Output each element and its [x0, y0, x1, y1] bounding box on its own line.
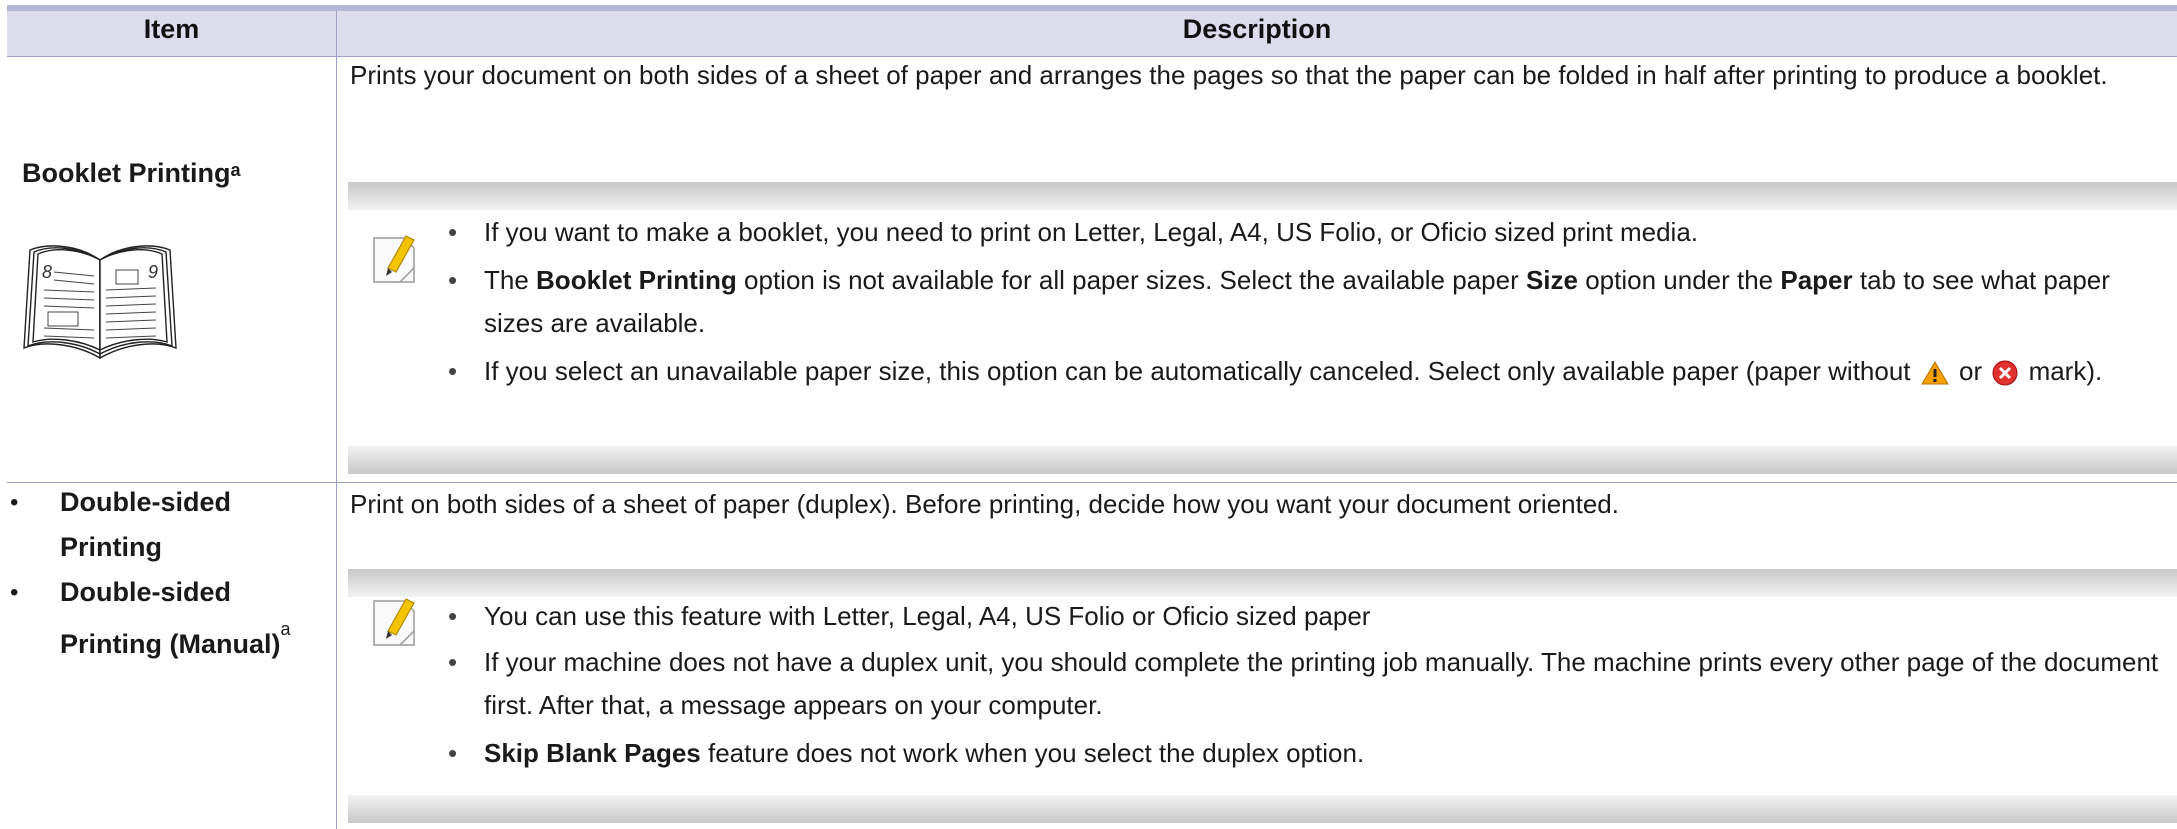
note-pencil-icon — [373, 598, 415, 646]
booklet-note-bullet-2: • The Booklet Printing option is not ava… — [448, 259, 2167, 345]
skip-blank-pages-term: Skip Blank Pages — [484, 738, 701, 768]
bullet-text: If you select an unavailable paper size,… — [484, 356, 2103, 386]
booklet-item-title: Booklet Printinga — [22, 158, 241, 189]
booklet-printing-term: Booklet Printing — [536, 265, 737, 295]
bullet-dot: • — [448, 647, 458, 677]
bullet-dot: • — [448, 601, 458, 631]
duplex-note-bullet-3: • Skip Blank Pages feature does not work… — [448, 732, 2167, 775]
note-top-band — [348, 569, 2177, 597]
bullet-dot: • — [10, 489, 19, 516]
note-pencil-icon — [373, 235, 415, 283]
warning-icon — [1920, 361, 1949, 385]
bullet-dot: • — [448, 265, 458, 295]
error-icon — [1992, 360, 2018, 386]
bullet-text: If your machine does not have a duplex u… — [484, 647, 2159, 720]
booklet-description: Prints your document on both sides of a … — [350, 60, 2108, 90]
footnote-marker: a — [280, 619, 291, 639]
booklet-page-left: 8 — [42, 262, 52, 282]
booklet-note-bullet-1: • If you want to make a booklet, you nee… — [448, 211, 2167, 254]
column-divider — [336, 11, 337, 829]
header-item-label: Item — [143, 14, 200, 44]
duplex-item-label: Double-sided Printing — [60, 487, 232, 562]
bullet-dot: • — [448, 217, 458, 247]
bullet-text: You can use this feature with Letter, Le… — [484, 601, 1371, 631]
bullet-text: If you want to make a booklet, you need … — [484, 217, 1699, 247]
bullet-dot: • — [448, 356, 458, 386]
booklet-icon: 8 9 — [23, 245, 177, 360]
note-top-band — [348, 182, 2177, 210]
header-description-label: Description — [1182, 14, 1332, 44]
header-description-cell: Description — [337, 11, 2177, 56]
booklet-note-box: • If you want to make a booklet, you nee… — [348, 182, 2177, 474]
bullet-dot: • — [10, 579, 19, 606]
booklet-note-bullet-3: • If you select an unavailable paper siz… — [448, 350, 2167, 393]
duplex-description: Print on both sides of a sheet of paper … — [350, 489, 1619, 519]
bullet-text: Skip Blank Pages feature does not work w… — [484, 738, 1365, 768]
paper-term: Paper — [1780, 265, 1853, 295]
duplex-note-bullet-1: • You can use this feature with Letter, … — [448, 595, 2167, 638]
bullet-text: The Booklet Printing option is not avail… — [484, 265, 2110, 338]
size-term: Size — [1525, 265, 1578, 295]
note-bottom-band — [348, 446, 2177, 474]
footnote-marker: a — [230, 160, 241, 180]
header-item-cell: Item — [7, 11, 336, 56]
booklet-page-right: 9 — [148, 262, 158, 282]
duplex-note-box: • You can use this feature with Letter, … — [348, 569, 2177, 825]
duplex-manual-item-label: Double-sided Printing (Manual)a — [60, 577, 291, 659]
note-bottom-band — [348, 795, 2177, 823]
bullet-dot: • — [448, 738, 458, 768]
booklet-item-label: Booklet Printing — [22, 158, 231, 188]
duplex-note-bullet-2: • If your machine does not have a duplex… — [448, 641, 2167, 727]
